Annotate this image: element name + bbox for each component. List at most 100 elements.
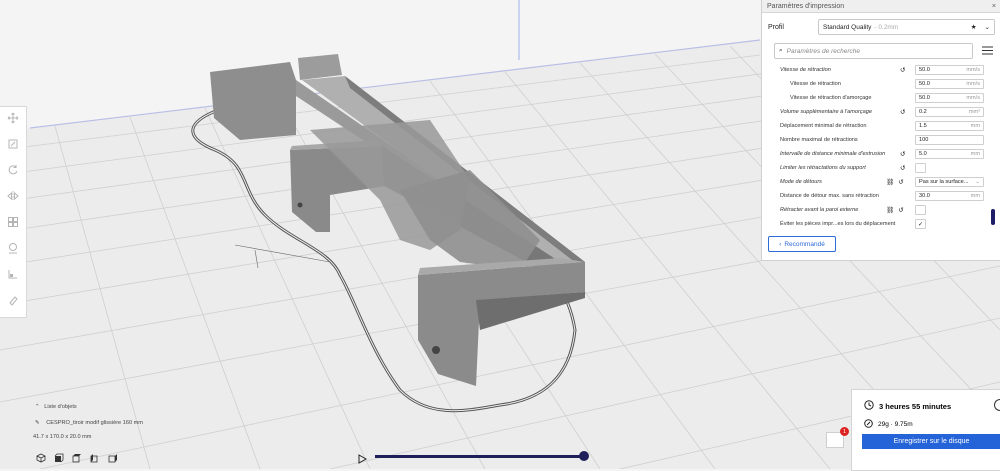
setting-label: Distance de détour max. sans rétraction (780, 193, 879, 199)
setting-checkbox[interactable]: ✓ (915, 219, 926, 229)
panel-header: Paramètres d'impression × (762, 0, 1000, 13)
profile-label: Profil (768, 23, 784, 31)
mirror-tool[interactable] (0, 185, 26, 211)
setting-label: Vitesse de rétraction (790, 81, 841, 87)
link-icon[interactable]: ⛓ (886, 206, 894, 214)
setting-unit: mm (970, 193, 980, 199)
setting-field[interactable]: 0.2 mm³ (915, 107, 984, 117)
reset-icon[interactable]: ↺ (900, 164, 905, 172)
front-view-icon[interactable] (54, 450, 64, 468)
eraser-tool[interactable] (0, 289, 26, 315)
setting-field[interactable]: 50.0 mm/s (915, 65, 984, 75)
mirror-icon (7, 189, 19, 207)
setting-checkbox[interactable] (915, 205, 926, 215)
move-tool[interactable] (0, 107, 26, 133)
chevron-down-icon: ⌄ (975, 179, 980, 185)
setting-field[interactable]: 50.0 mm/s (915, 93, 984, 103)
profile-subtitle: - 0.2mm (874, 23, 899, 31)
search-row: ⌕ Paramètres de recherche (774, 43, 995, 59)
hamburger-menu-icon (981, 46, 993, 57)
setting-value: 100 (919, 137, 929, 143)
setting-field[interactable]: 100 (915, 135, 984, 145)
setting-value: 5.0 (919, 151, 927, 157)
setting-unit: mm/s (966, 95, 980, 101)
object-file-row[interactable]: ✎ CESPRO_tiroir modif glissière 160 mm (35, 420, 143, 426)
setting-label: Vitesse de rétraction d'amorçage (790, 95, 872, 101)
support-blocker-tool[interactable] (0, 237, 26, 263)
setting-value: 0.2 (919, 109, 927, 115)
reset-icon[interactable]: ↺ (898, 206, 903, 214)
eraser-icon (7, 293, 19, 311)
save-to-disk-button[interactable]: Enregistrer sur le disque (862, 434, 1000, 449)
setting-row: Limiter les rétractations du support ↺ (762, 161, 1000, 175)
layer-progress-handle[interactable] (579, 451, 589, 461)
setting-field[interactable]: 50.0 mm/s (915, 79, 984, 89)
setting-label: Rétracter avant la paroi externe (780, 207, 859, 213)
reset-icon[interactable]: ↺ (900, 108, 905, 116)
setting-field[interactable]: 30.0 mm (915, 191, 984, 201)
setting-label: Limiter les rétractations du support (780, 165, 866, 171)
layer-view-tool[interactable] (0, 263, 26, 289)
clock-icon (864, 400, 874, 412)
material-usage: 29g · 9.75m (878, 421, 913, 428)
object-list-header[interactable]: ⌃ Liste d'objets (35, 404, 77, 410)
profile-row: Profil Standard Quality - 0.2mm ★ ⌄ (762, 17, 1000, 37)
link-icon[interactable]: ⛓ (886, 178, 894, 186)
setting-unit: mm (970, 123, 980, 129)
reset-icon[interactable]: ↺ (900, 150, 905, 158)
scale-icon (7, 137, 19, 155)
setting-row: Volume supplémentaire à l'amorçage ↺ 0.2… (762, 105, 1000, 119)
print-time-row: 3 heures 55 minutes (864, 400, 951, 412)
setting-checkbox[interactable] (915, 163, 926, 173)
chevron-left-icon: ‹ (779, 240, 782, 248)
panel-title: Paramètres d'impression (767, 2, 845, 10)
print-estimate-panel: 3 heures 55 minutes 29g · 9.75m Enregist… (851, 389, 1000, 471)
chevron-up-icon: ⌃ (35, 404, 40, 410)
recommended-button[interactable]: ‹ Recommandé (768, 236, 836, 252)
setting-value: 1.5 (919, 123, 927, 129)
top-view-icon[interactable] (72, 450, 82, 468)
setting-row: Rétracter avant la paroi externe ⛓ ↺ (762, 203, 1000, 217)
scale-tool[interactable] (0, 133, 26, 159)
checkmark-icon: ✓ (917, 221, 924, 228)
play-button[interactable] (358, 451, 368, 469)
setting-field[interactable]: 1.5 mm (915, 121, 984, 131)
close-icon[interactable]: × (992, 3, 996, 10)
star-icon[interactable]: ★ (971, 23, 977, 31)
setting-label: Vitesse de rétraction (780, 67, 831, 73)
setting-field[interactable]: 5.0 mm (915, 149, 984, 159)
setting-unit: mm³ (968, 109, 980, 115)
chevron-down-icon[interactable]: ⌄ (985, 23, 990, 31)
info-icon[interactable] (994, 399, 1000, 411)
settings-scrollbar[interactable] (991, 209, 995, 225)
settings-menu-button[interactable] (979, 44, 995, 58)
reset-icon[interactable]: ↺ (898, 178, 903, 186)
rotate-tool[interactable] (0, 159, 26, 185)
setting-unit: mm/s (966, 67, 980, 73)
object-list-title: Liste d'objets (44, 404, 77, 410)
reset-icon[interactable]: ↺ (900, 66, 905, 74)
right-view-icon[interactable] (108, 450, 118, 468)
3d-view-icon[interactable] (36, 450, 46, 468)
setting-label: Éviter les pièces impr...es lors du dépl… (780, 221, 896, 227)
search-input[interactable]: ⌕ Paramètres de recherche (774, 43, 973, 59)
view-orientation-buttons (36, 450, 118, 468)
layer-progress-track[interactable] (375, 455, 585, 458)
profile-value: Standard Quality (823, 23, 872, 31)
pencil-icon: ✎ (35, 420, 40, 426)
setting-row: Mode de détours ⛓ ↺ Pas sur la surface...… (762, 175, 1000, 189)
per-model-settings-tool[interactable] (0, 211, 26, 237)
setting-dropdown[interactable]: Pas sur la surface... ⌄ (915, 177, 984, 187)
setting-unit: mm (970, 151, 980, 157)
recommended-label: Recommandé (784, 240, 825, 248)
left-view-icon[interactable] (90, 450, 100, 468)
layer-view-icon (7, 267, 19, 285)
material-row: 29g · 9.75m (864, 419, 913, 430)
setting-label: Déplacement minimal de rétraction (780, 123, 867, 129)
play-icon (358, 451, 368, 468)
setting-value: 30.0 (919, 193, 930, 199)
search-placeholder: Paramètres de recherche (786, 47, 860, 55)
object-file-name: CESPRO_tiroir modif glissière 160 mm (46, 420, 143, 426)
rotate-icon (7, 163, 19, 181)
profile-select[interactable]: Standard Quality - 0.2mm ★ ⌄ (818, 19, 995, 35)
